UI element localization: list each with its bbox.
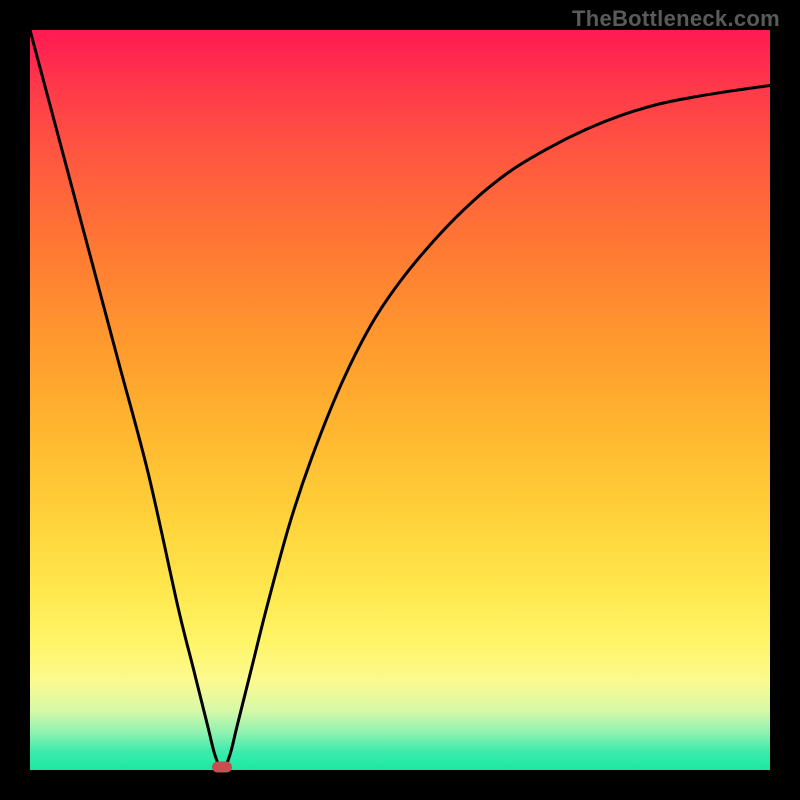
watermark-label: TheBottleneck.com — [572, 6, 780, 32]
bottleneck-curve — [30, 30, 770, 770]
chart-curve-svg — [30, 30, 770, 770]
minimum-marker — [212, 762, 232, 773]
